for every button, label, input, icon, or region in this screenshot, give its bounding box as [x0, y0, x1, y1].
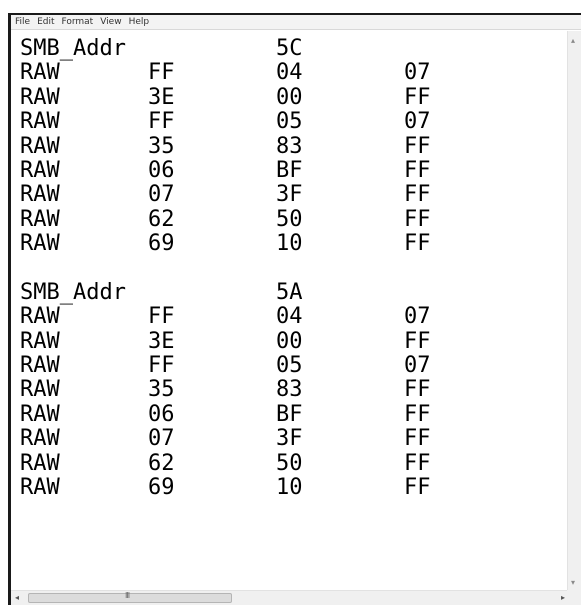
scroll-left-arrow-icon[interactable]: ◂: [15, 593, 19, 603]
text-cell: 07: [148, 182, 175, 208]
text-cell: SMB_Addr: [20, 279, 126, 305]
text-cell: 05: [276, 353, 303, 379]
text-cell: 5C: [276, 36, 303, 61]
text-cell: FF: [404, 475, 431, 501]
menu-help[interactable]: Help: [129, 17, 150, 27]
text-cell: FF: [404, 231, 431, 257]
scroll-right-arrow-icon[interactable]: ▸: [561, 593, 565, 603]
text-cell: RAW: [20, 401, 60, 427]
text-cell: 07: [404, 109, 431, 135]
text-cell: 04: [276, 304, 303, 330]
text-cell: 62: [148, 206, 175, 232]
text-cell: 83: [276, 377, 303, 403]
menu-bar: File Edit Format View Help: [11, 15, 581, 30]
text-cell: 3E: [148, 84, 175, 110]
text-cell: FF: [404, 157, 431, 183]
text-cell: 10: [276, 475, 303, 501]
text-cell: 07: [404, 304, 431, 330]
text-cell: 35: [148, 377, 175, 403]
text-editor-area[interactable]: SMB_Addr 5C RAW FF 04 07 RAW 3E 00 FF RAW FF 05 07 RAW…: [11, 31, 567, 590]
text-cell: FF: [404, 450, 431, 476]
text-cell: FF: [148, 60, 175, 86]
text-cell: 10: [276, 231, 303, 257]
text-cell: FF: [404, 401, 431, 427]
text-cell: 50: [276, 450, 303, 476]
text-cell: FF: [404, 328, 431, 354]
text-cell: BF: [276, 401, 303, 427]
text-cell: RAW: [20, 182, 60, 208]
text-cell: 69: [148, 231, 175, 257]
menu-edit[interactable]: Edit: [37, 17, 54, 27]
text-cell: 69: [148, 475, 175, 501]
text-cell: 07: [404, 60, 431, 86]
text-cell: 06: [148, 401, 175, 427]
text-cell: FF: [404, 426, 431, 452]
text-cell: RAW: [20, 475, 60, 501]
text-cell: RAW: [20, 450, 60, 476]
text-cell: 3E: [148, 328, 175, 354]
horizontal-scrollbar[interactable]: ◂ III ▸: [11, 590, 567, 605]
text-cell: 3F: [276, 182, 303, 208]
menu-file[interactable]: File: [15, 17, 30, 27]
text-cell: FF: [404, 182, 431, 208]
text-cell: 35: [148, 133, 175, 159]
text-cell: 07: [404, 353, 431, 379]
horizontal-scroll-thumb[interactable]: III: [28, 591, 232, 603]
text-cell: RAW: [20, 84, 60, 110]
text-cell: BF: [276, 157, 303, 183]
text-cell: RAW: [20, 353, 60, 379]
text-cell: 04: [276, 60, 303, 86]
text-cell: SMB_Addr: [20, 36, 126, 61]
text-cell: 00: [276, 84, 303, 110]
menu-format[interactable]: Format: [62, 17, 94, 27]
scroll-grip-icon: III: [125, 591, 130, 600]
text-cell: RAW: [20, 109, 60, 135]
text-cell: 07: [148, 426, 175, 452]
text-cell: FF: [404, 84, 431, 110]
text-cell: RAW: [20, 206, 60, 232]
text-cell: RAW: [20, 231, 60, 257]
text-cell: RAW: [20, 157, 60, 183]
scrollbar-corner: [567, 590, 581, 605]
text-cell: FF: [404, 133, 431, 159]
text-cell: RAW: [20, 328, 60, 354]
text-cell: FF: [148, 304, 175, 330]
notepad-window: File Edit Format View Help SMB_Addr 5C RAW…: [8, 13, 581, 605]
vertical-scrollbar[interactable]: ▴ ▾: [567, 31, 581, 590]
scroll-up-arrow-icon[interactable]: ▴: [571, 37, 575, 45]
text-cell: 00: [276, 328, 303, 354]
text-cell: RAW: [20, 133, 60, 159]
text-cell: FF: [404, 377, 431, 403]
text-cell: RAW: [20, 377, 60, 403]
text-cell: RAW: [20, 426, 60, 452]
text-cell: 5A: [276, 279, 303, 305]
text-cell: 83: [276, 133, 303, 159]
text-cell: 62: [148, 450, 175, 476]
text-cell: 50: [276, 206, 303, 232]
text-cell: RAW: [20, 304, 60, 330]
text-cell: 06: [148, 157, 175, 183]
text-cell: FF: [148, 353, 175, 379]
text-cell: FF: [148, 109, 175, 135]
text-cell: FF: [404, 206, 431, 232]
text-cell: RAW: [20, 60, 60, 86]
text-cell: 05: [276, 109, 303, 135]
scroll-down-arrow-icon[interactable]: ▾: [571, 579, 575, 587]
menu-view[interactable]: View: [100, 17, 121, 27]
text-cell: 3F: [276, 426, 303, 452]
